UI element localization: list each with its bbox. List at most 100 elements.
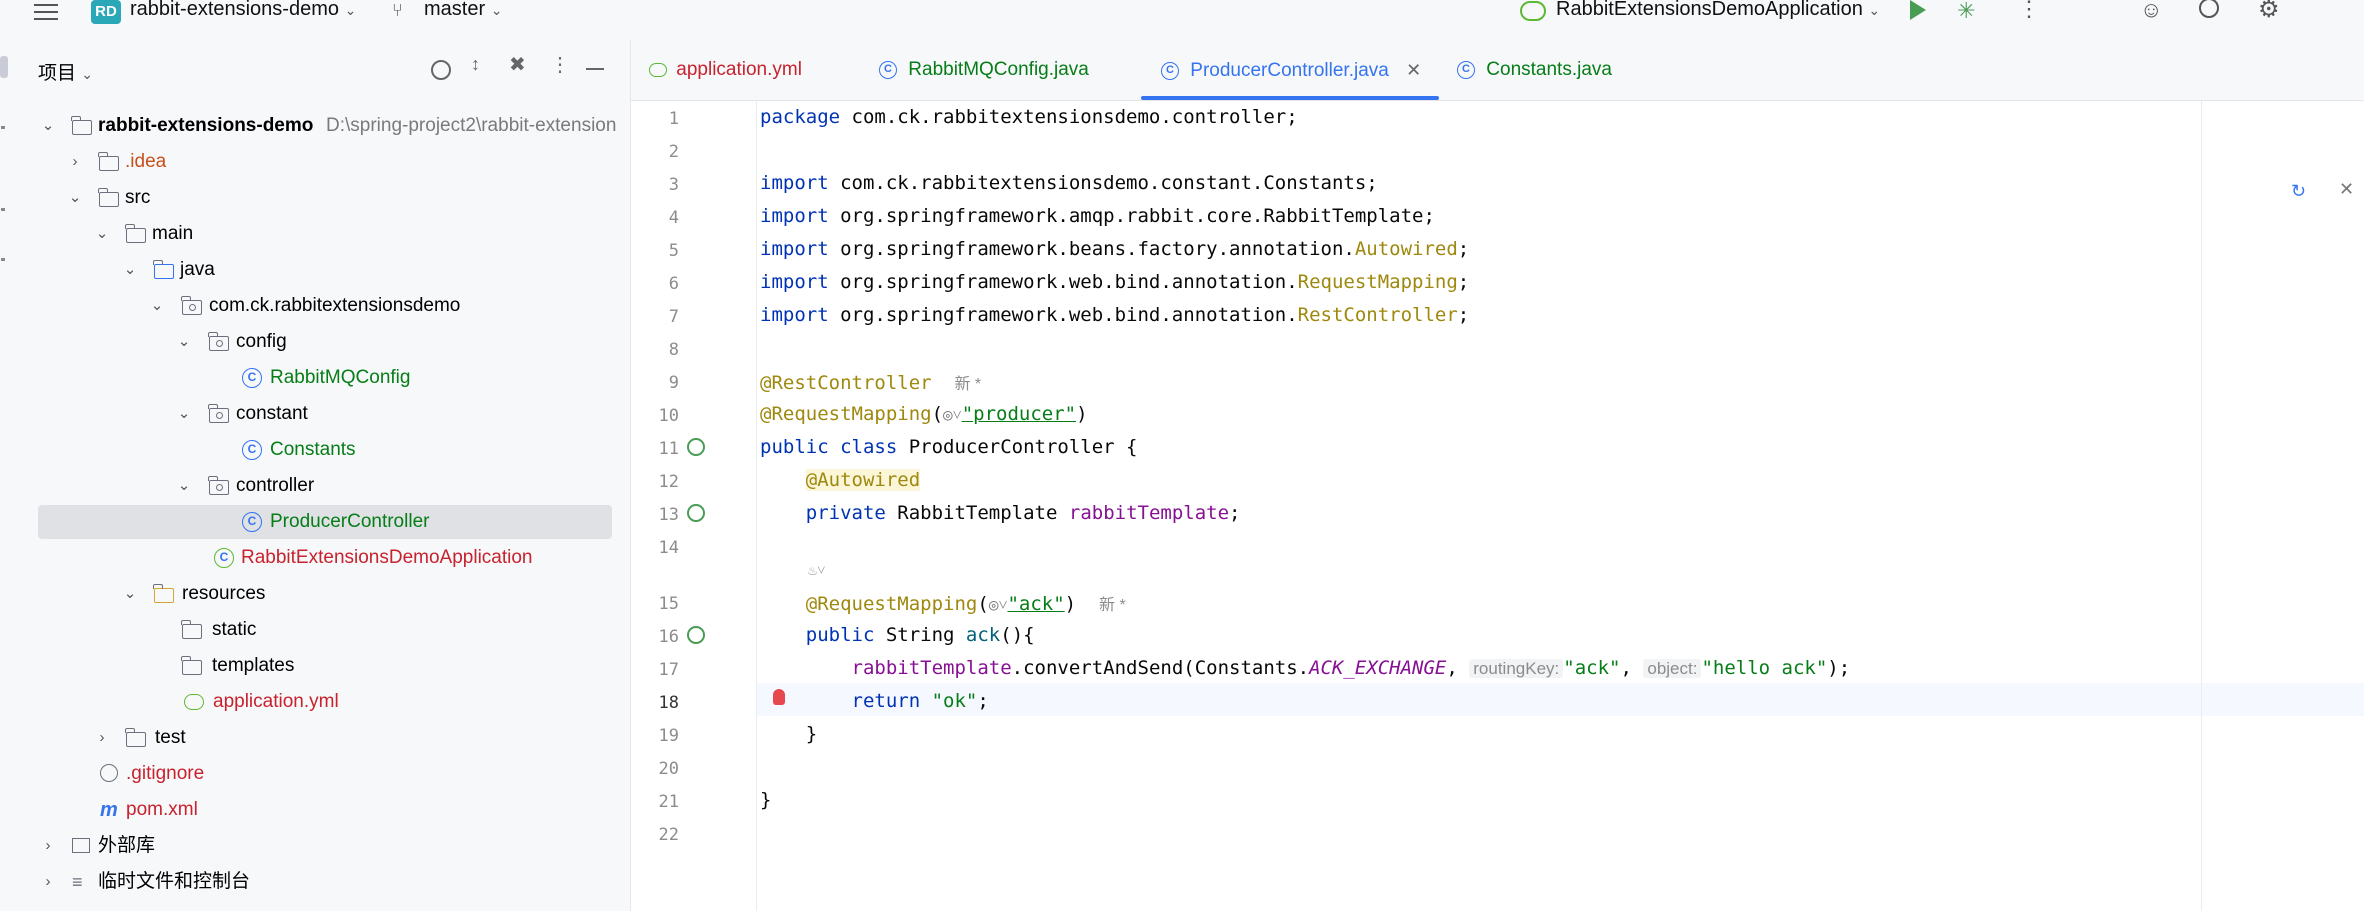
- keyword: public: [805, 624, 875, 646]
- expand-all-icon[interactable]: ↕: [471, 54, 480, 75]
- tree-item-constant[interactable]: ⌄ constant: [22, 397, 630, 431]
- code-line-1: package com.ck.rabbitextensionsdemo.cont…: [760, 106, 1298, 128]
- source-folder-icon: [153, 260, 174, 279]
- code-text: org.springframework.amqp.rabbit.core.Rab…: [828, 205, 1435, 227]
- hamburger-menu-icon[interactable]: [34, 2, 60, 24]
- add-user-icon[interactable]: ☺: [2140, 0, 2162, 23]
- tree-item-static[interactable]: static: [22, 613, 630, 647]
- chevron-down-icon: ⌄: [177, 477, 191, 494]
- run-icon[interactable]: [1910, 0, 1926, 20]
- reader-mode-icon[interactable]: ↻: [2291, 181, 2306, 202]
- tool-window-strip: [0, 40, 23, 911]
- tree-root[interactable]: ⌄ rabbit-extensions-demo D:\spring-proje…: [22, 109, 630, 143]
- code-line-11: public class ProducerController {: [760, 436, 1138, 458]
- code-vision-icon[interactable]: ♨˅: [808, 561, 826, 579]
- tree-item-idea[interactable]: › .idea: [22, 145, 630, 179]
- keyword: private: [805, 502, 886, 524]
- folder-icon: [98, 188, 119, 207]
- settings-gear-icon[interactable]: ⚙: [2258, 0, 2280, 24]
- yaml-file-icon: [649, 62, 667, 77]
- code-line-15: @RequestMapping(◎˅"ack") 新 *: [805, 593, 1126, 615]
- tree-item-templates[interactable]: templates: [22, 649, 630, 683]
- tree-item-label: java: [180, 259, 215, 280]
- tree-item-application-yml[interactable]: application.yml: [22, 685, 630, 719]
- tree-item-producercontroller[interactable]: C ProducerController: [38, 505, 612, 539]
- project-panel-header[interactable]: 项目 ⌄: [38, 58, 93, 85]
- tree-item-scratches[interactable]: › ≡ 临时文件和控制台: [22, 865, 630, 899]
- chevron-down-icon: ⌄: [177, 405, 191, 422]
- string-literal: "ack": [1563, 657, 1621, 679]
- tree-item-constants[interactable]: C Constants: [22, 433, 630, 467]
- tree-item-application-class[interactable]: C RabbitExtensionsDemoApplication: [22, 541, 630, 575]
- globe-icon[interactable]: ◎˅: [943, 405, 962, 424]
- code-text: org.springframework.web.bind.annotation.: [828, 271, 1298, 293]
- tab-label: Constants.java: [1486, 59, 1612, 80]
- tab-rabbitmqconfig[interactable]: C RabbitMQConfig.java: [879, 40, 1089, 100]
- code-text: ;: [1457, 304, 1470, 326]
- spring-bean-gutter-icon[interactable]: [687, 504, 705, 522]
- tree-item-controller[interactable]: ⌄ controller: [22, 469, 630, 503]
- yaml-file-icon: [184, 694, 204, 710]
- code-line-16: public String ack(){: [760, 624, 1035, 646]
- class-icon: C: [242, 512, 262, 532]
- chevron-down-icon: ⌄: [123, 261, 137, 278]
- new-code-vision-hint[interactable]: 新 *: [954, 376, 981, 393]
- tree-item-resources[interactable]: ⌄ resources: [22, 577, 630, 611]
- project-panel-title: 项目: [38, 63, 77, 84]
- code-text: }: [760, 789, 772, 811]
- globe-icon[interactable]: ◎˅: [989, 595, 1008, 614]
- code-text: }: [805, 723, 818, 745]
- close-icon[interactable]: ✕: [1406, 60, 1421, 80]
- tree-item-label: com.ck.rabbitextensionsdemo: [209, 295, 461, 316]
- hide-panel-icon[interactable]: [586, 68, 604, 70]
- package-icon: [208, 332, 229, 351]
- tree-item-pom[interactable]: m pom.xml: [22, 793, 630, 827]
- more-actions-icon[interactable]: ⋮: [2018, 0, 2040, 22]
- spring-bean-gutter-icon[interactable]: [687, 438, 705, 456]
- editor-tab-bar: application.yml C RabbitMQConfig.java C …: [631, 40, 2364, 101]
- tree-item-package[interactable]: ⌄ com.ck.rabbitextensionsdemo: [22, 289, 630, 323]
- code-line-18: return "ok";: [851, 690, 989, 712]
- tree-item-java[interactable]: ⌄ java: [22, 253, 630, 287]
- tree-item-rabbitmqconfig[interactable]: C RabbitMQConfig: [22, 361, 630, 395]
- tab-constants[interactable]: C Constants.java: [1457, 40, 1612, 100]
- tree-item-main[interactable]: ⌄ main: [22, 217, 630, 251]
- keyword: import: [760, 304, 829, 326]
- project-name-dropdown[interactable]: rabbit-extensions-demo ⌄: [130, 0, 356, 21]
- tree-item-external-libraries[interactable]: › 外部库: [22, 829, 630, 863]
- tree-item-test[interactable]: › test: [22, 721, 630, 755]
- project-panel: 项目 ⌄ ↕ ✖ ⋮ ⌄ rabbit-extensions-demo D:\s…: [22, 40, 631, 911]
- code-text: ;: [1457, 271, 1470, 293]
- line-number: 12: [658, 472, 679, 492]
- debug-icon[interactable]: ✳: [1957, 0, 1975, 24]
- line-number: 1: [668, 109, 679, 129]
- close-icon[interactable]: ✕: [2339, 179, 2354, 200]
- keyword: import: [760, 271, 829, 293]
- tree-item-config[interactable]: ⌄ config: [22, 325, 630, 359]
- tab-label: application.yml: [676, 59, 802, 80]
- locate-icon[interactable]: [431, 60, 451, 80]
- line-number: 4: [668, 208, 679, 228]
- code-text: ProducerController {: [897, 436, 1138, 458]
- keyword: return: [851, 690, 921, 712]
- new-code-vision-hint[interactable]: 新 *: [1099, 597, 1126, 614]
- code-line-9: @RestController 新 *: [760, 370, 981, 394]
- line-number: 19: [658, 726, 679, 746]
- root-path: D:\spring-project2\rabbit-extension: [326, 115, 617, 136]
- tab-producercontroller[interactable]: C ProducerController.java ✕: [1161, 40, 1421, 100]
- web-endpoint-gutter-icon[interactable]: [687, 626, 705, 644]
- collapse-all-icon[interactable]: ✖: [509, 52, 526, 77]
- tree-item-gitignore[interactable]: .gitignore: [22, 757, 630, 791]
- project-tool-icon[interactable]: [0, 56, 8, 78]
- annotation-name: Autowired: [1354, 238, 1458, 260]
- options-icon[interactable]: ⋮: [550, 52, 570, 77]
- code-line-6: import org.springframework.web.bind.anno…: [760, 271, 1469, 293]
- tree-item-src[interactable]: ⌄ src: [22, 181, 630, 215]
- tab-label: ProducerController.java: [1190, 60, 1389, 81]
- branch-dropdown[interactable]: master ⌄: [424, 0, 502, 21]
- search-icon[interactable]: [2199, 0, 2219, 18]
- code-editor[interactable]: 1 2 3 4 5 6 7 8 9 10 11 12 13 14 15 16 1…: [631, 101, 2364, 911]
- run-configuration-dropdown[interactable]: RabbitExtensionsDemoApplication ⌄: [1556, 0, 1880, 21]
- tab-application-yml[interactable]: application.yml: [649, 40, 802, 100]
- library-icon: [72, 838, 90, 853]
